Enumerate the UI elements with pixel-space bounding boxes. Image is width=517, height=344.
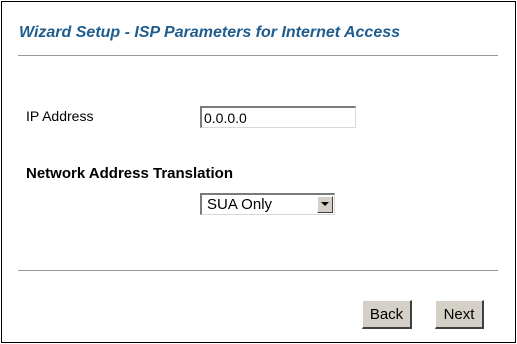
ip-address-label: IP Address <box>26 108 94 124</box>
next-button[interactable]: Next <box>435 300 484 329</box>
back-button[interactable]: Back <box>362 300 412 329</box>
page-title: Wizard Setup - ISP Parameters for Intern… <box>19 24 401 41</box>
ip-address-input[interactable] <box>200 106 356 128</box>
nat-label: Network Address Translation <box>26 165 233 182</box>
wizard-panel: Wizard Setup - ISP Parameters for Intern… <box>1 1 516 343</box>
chevron-down-icon <box>321 202 329 206</box>
nat-select-value: SUA Only <box>207 196 273 213</box>
bottom-divider <box>18 270 498 272</box>
top-divider <box>18 55 498 57</box>
dropdown-arrow-button[interactable] <box>317 196 333 213</box>
nat-select[interactable]: SUA Only <box>200 193 335 215</box>
